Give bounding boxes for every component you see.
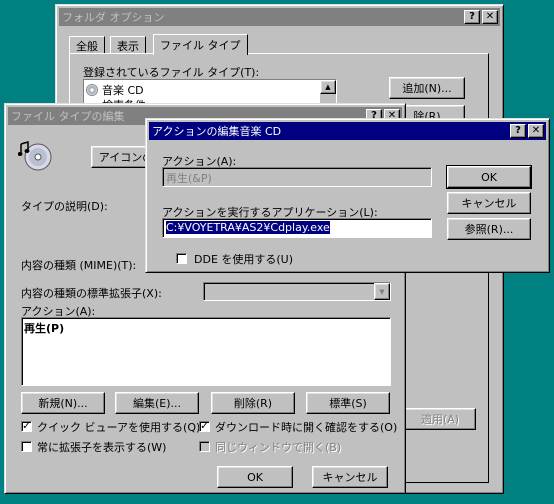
browse-button[interactable]: 参照(R)... bbox=[447, 218, 531, 240]
cd-audio-icon bbox=[17, 140, 54, 172]
list-item[interactable]: 再生(P) bbox=[24, 320, 388, 336]
delete-button[interactable]: 削除(R) bbox=[211, 392, 295, 414]
cancel-button[interactable]: キャンセル bbox=[312, 466, 388, 488]
ext-label: 内容の種類の標準拡張子(X): bbox=[21, 287, 162, 300]
window-title: アクションの編集音楽 CD bbox=[152, 125, 282, 138]
ext-select[interactable]: ▼ bbox=[203, 282, 391, 301]
default-button[interactable]: 標準(S) bbox=[306, 392, 390, 414]
app-field[interactable]: C:¥VOYETRA¥AS2¥Cdplay.exe bbox=[162, 218, 432, 238]
tab-general[interactable]: 全般 bbox=[69, 36, 105, 54]
edit-action-titlebar[interactable]: アクションの編集音楽 CD ? ✕ bbox=[149, 122, 546, 140]
ok-button[interactable]: OK bbox=[217, 466, 293, 488]
same-window-checkbox[interactable] bbox=[199, 441, 210, 452]
always-ext-label[interactable]: 常に拡張子を表示する(W) bbox=[37, 439, 166, 455]
always-ext-checkbox[interactable] bbox=[21, 441, 32, 452]
apply-button[interactable]: 適用(A) bbox=[404, 408, 476, 430]
close-icon[interactable]: ✕ bbox=[528, 124, 544, 138]
folder-options-titlebar[interactable]: フォルダ オプション ? ✕ bbox=[59, 8, 500, 26]
mime-label: 内容の種類 (MIME)(T): bbox=[21, 259, 137, 272]
dde-checkbox[interactable] bbox=[176, 253, 187, 264]
cd-icon bbox=[86, 84, 98, 96]
help-icon[interactable]: ? bbox=[510, 124, 526, 138]
edit-action-window: アクションの編集音楽 CD ? ✕ アクション(A): 再生(&P) アクション… bbox=[145, 118, 550, 273]
scroll-up-icon[interactable]: ▲ bbox=[320, 80, 336, 94]
action-field[interactable]: 再生(&P) bbox=[162, 167, 432, 187]
edit-button[interactable]: 編集(E)... bbox=[115, 392, 199, 414]
dde-label[interactable]: DDE を使用する(U) bbox=[194, 251, 293, 267]
confirm-download-label[interactable]: ダウンロード時に開く確認をする(O) bbox=[215, 419, 397, 435]
description-label: タイプの説明(D): bbox=[21, 200, 108, 213]
actions-list[interactable]: 再生(P) bbox=[21, 317, 391, 386]
tab-strip: 全般 表示 ファイル タイプ bbox=[69, 34, 489, 55]
list-item[interactable]: 音楽 CD bbox=[86, 82, 144, 98]
list-item-label: 音楽 CD bbox=[102, 84, 144, 97]
window-title: フォルダ オプション bbox=[62, 11, 165, 24]
app-field-value: C:¥VOYETRA¥AS2¥Cdplay.exe bbox=[166, 221, 330, 234]
add-button[interactable]: 追加(N)... bbox=[389, 77, 465, 99]
cancel-button[interactable]: キャンセル bbox=[447, 192, 531, 214]
close-icon[interactable]: ✕ bbox=[482, 10, 498, 24]
tab-view[interactable]: 表示 bbox=[110, 36, 146, 54]
confirm-download-checkbox[interactable]: ✓ bbox=[199, 421, 210, 432]
quick-view-label[interactable]: クイック ビューアを使用する(Q) bbox=[37, 419, 200, 435]
quick-view-checkbox[interactable]: ✓ bbox=[21, 421, 32, 432]
registered-types-label: 登録されているファイル タイプ(T): bbox=[83, 66, 260, 79]
new-button[interactable]: 新規(N)... bbox=[21, 392, 105, 414]
tab-file-types[interactable]: ファイル タイプ bbox=[153, 34, 248, 55]
same-window-label[interactable]: 同じウィンドウで開く(B) bbox=[215, 439, 341, 455]
chevron-down-icon[interactable]: ▼ bbox=[374, 283, 390, 300]
help-icon[interactable]: ? bbox=[464, 10, 480, 24]
ok-button[interactable]: OK bbox=[446, 165, 532, 189]
